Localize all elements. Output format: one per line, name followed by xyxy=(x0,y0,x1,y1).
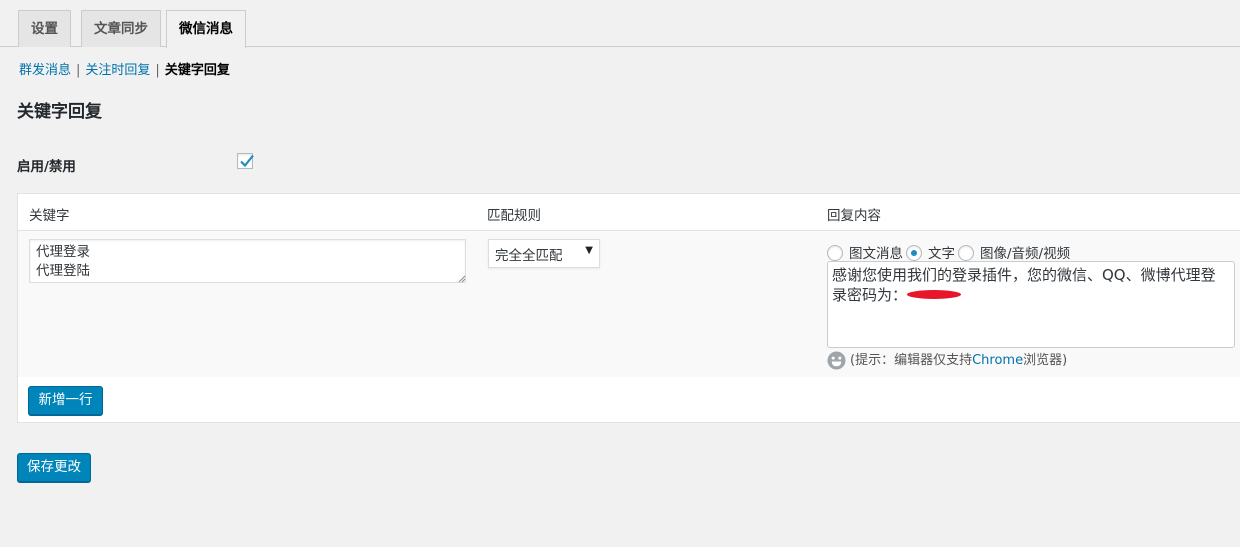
editor-hint: (提示：编辑器仅支持Chrome浏览器) xyxy=(827,349,1067,370)
resize-handle-icon[interactable] xyxy=(458,275,466,283)
save-changes-button[interactable]: 保存更改 xyxy=(17,453,91,482)
subnav-keyword-reply[interactable]: 关键字回复 xyxy=(165,63,230,78)
nav-tab-bar: 设置 文章同步 微信消息 xyxy=(0,0,1240,48)
radio-rich-news-label: 图文消息 xyxy=(849,246,903,262)
hint-browser: Chrome xyxy=(972,353,1024,368)
tab-wechat-messages[interactable]: 微信消息 xyxy=(166,10,246,48)
hint-prefix: (提示：编辑器仅支持 xyxy=(850,353,973,368)
radio-media-label: 图像/音频/视频 xyxy=(980,246,1071,262)
subnav-mass-message[interactable]: 群发消息 xyxy=(19,63,71,78)
radio-text-label: 文字 xyxy=(928,246,955,262)
enable-checkbox[interactable] xyxy=(237,153,254,169)
keyword-reply-table: 关键字 匹配规则 回复内容 代理登录 代理登陆 完全全匹配 ▼ 图文消息 文字 图像… xyxy=(17,193,1240,423)
table-header: 关键字 匹配规则 回复内容 xyxy=(18,194,1240,231)
tab-settings[interactable]: 设置 xyxy=(18,10,71,47)
match-rule-value: 完全全匹配 xyxy=(495,248,563,264)
radio-rich-news[interactable] xyxy=(827,245,843,261)
redacted-password xyxy=(907,290,962,299)
checkmark-icon xyxy=(240,154,254,168)
keywords-textarea[interactable]: 代理登录 代理登陆 xyxy=(29,239,466,283)
radio-media[interactable] xyxy=(958,245,974,261)
tab-article-sync[interactable]: 文章同步 xyxy=(81,10,161,47)
emoji-smile-icon[interactable] xyxy=(827,351,846,370)
reply-type-group: 图文消息 文字 图像/音频/视频 xyxy=(827,242,1073,262)
subnav-separator: | xyxy=(155,63,160,78)
sub-navigation: 群发消息 | 关注时回复 | 关键字回复 xyxy=(19,59,230,78)
header-reply-content: 回复内容 xyxy=(827,208,881,224)
match-rule-select[interactable]: 完全全匹配 ▼ xyxy=(488,239,600,268)
enable-label: 启用/禁用 xyxy=(17,159,76,175)
add-row-button[interactable]: 新增一行 xyxy=(28,386,103,415)
table-row: 代理登录 代理登陆 完全全匹配 ▼ 图文消息 文字 图像/音频/视频 感谢您使用我们… xyxy=(18,231,1240,377)
header-match-rule: 匹配规则 xyxy=(487,208,541,224)
reply-text: 感谢您使用我们的登录插件，您的微信、QQ、微博代理登录密码为： xyxy=(832,266,1216,304)
header-keyword: 关键字 xyxy=(29,208,70,224)
radio-text[interactable] xyxy=(906,245,922,261)
reply-content-editor[interactable]: 感谢您使用我们的登录插件，您的微信、QQ、微博代理登录密码为： xyxy=(827,261,1235,348)
subnav-follow-reply[interactable]: 关注时回复 xyxy=(85,63,150,78)
hint-suffix: 浏览器) xyxy=(1023,353,1068,368)
subnav-separator: | xyxy=(76,63,81,78)
page-title: 关键字回复 xyxy=(17,102,102,122)
chevron-down-icon: ▼ xyxy=(585,245,593,256)
